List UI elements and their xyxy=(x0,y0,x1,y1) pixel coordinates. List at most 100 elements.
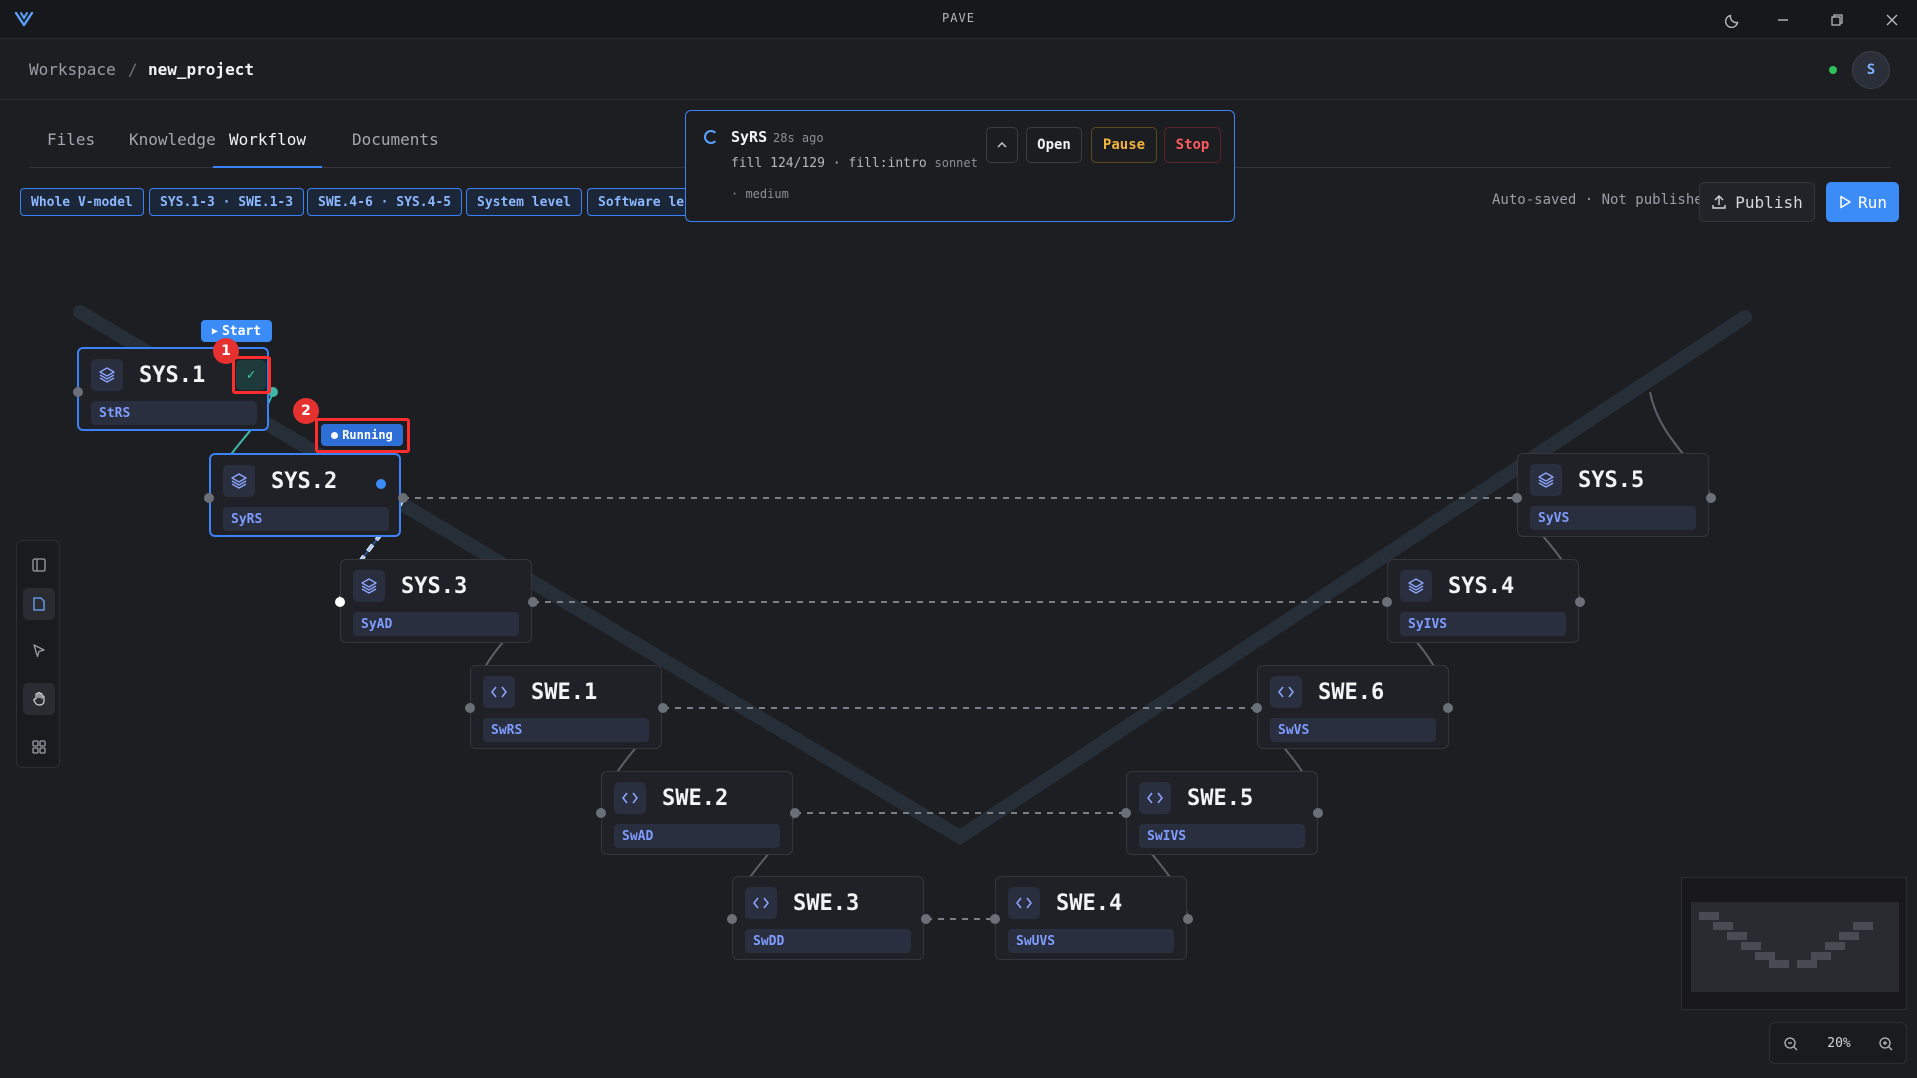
theme-toggle-button[interactable] xyxy=(1722,9,1744,31)
minimap-node xyxy=(1699,912,1719,920)
node-swe2[interactable]: SWE.2 SwAD xyxy=(601,771,793,855)
tab-files[interactable]: Files xyxy=(47,130,95,168)
play-icon xyxy=(1840,195,1851,209)
node-port[interactable] xyxy=(1121,808,1131,818)
node-port[interactable] xyxy=(528,597,538,607)
node-swe1[interactable]: SWE.1 SwRS xyxy=(470,665,662,749)
minimap-node xyxy=(1741,942,1761,950)
document-tool-button[interactable] xyxy=(23,588,55,620)
node-port[interactable] xyxy=(921,914,931,924)
run-button[interactable]: Run xyxy=(1826,182,1899,222)
minimap-node xyxy=(1825,942,1845,950)
minimize-icon xyxy=(1778,19,1788,21)
code-icon xyxy=(745,887,777,919)
pause-task-button[interactable]: Pause xyxy=(1091,127,1157,163)
node-port[interactable] xyxy=(596,808,606,818)
node-title: SWE.6 xyxy=(1318,680,1385,705)
upload-icon xyxy=(1712,195,1726,209)
zoom-out-button[interactable] xyxy=(1780,1033,1802,1055)
node-swe3[interactable]: SWE.3 SwDD xyxy=(732,876,924,960)
node-port[interactable] xyxy=(73,387,83,397)
canvas-toolbar xyxy=(16,540,60,768)
connection-status-dot xyxy=(1829,66,1837,74)
zoom-in-button[interactable] xyxy=(1875,1033,1897,1055)
breadcrumb-workspace[interactable]: Workspace xyxy=(29,60,116,79)
node-port[interactable] xyxy=(1382,597,1392,607)
run-label: Run xyxy=(1858,192,1887,212)
node-port[interactable] xyxy=(398,493,408,503)
filter-sys1-3-swe1-3[interactable]: SYS.1-3 · SWE.1-3 xyxy=(149,188,305,216)
layout-tool-button[interactable] xyxy=(23,731,55,763)
spinner-icon xyxy=(704,130,718,144)
grid-icon xyxy=(32,740,46,754)
play-icon: ▶ xyxy=(211,325,218,337)
open-task-button[interactable]: Open xyxy=(1026,127,1082,163)
node-subtitle: SyRS xyxy=(223,507,389,531)
running-indicator-dot xyxy=(376,479,386,489)
breadcrumb-separator: / xyxy=(128,60,138,79)
node-sys2[interactable]: SYS.2 SyRS xyxy=(209,453,401,537)
filter-software-level[interactable]: Software lev xyxy=(587,188,697,216)
code-icon xyxy=(1008,887,1040,919)
tab-workflow[interactable]: Workflow xyxy=(213,130,323,168)
node-port[interactable] xyxy=(335,597,345,607)
node-port[interactable] xyxy=(1183,914,1193,924)
filter-whole-v-model[interactable]: Whole V-model xyxy=(20,188,144,216)
node-port[interactable] xyxy=(1313,808,1323,818)
node-swe5[interactable]: SWE.5 SwIVS xyxy=(1126,771,1318,855)
page-header: Workspace / new_project S xyxy=(0,40,1917,100)
code-icon xyxy=(614,782,646,814)
filter-system-level[interactable]: System level xyxy=(466,188,582,216)
node-swe6[interactable]: SWE.6 SwVS xyxy=(1257,665,1449,749)
collapse-button[interactable] xyxy=(986,127,1018,163)
restore-button[interactable] xyxy=(1826,9,1848,31)
zoom-in-icon xyxy=(1879,1037,1893,1051)
minimize-button[interactable] xyxy=(1772,9,1794,31)
pan-tool-button[interactable] xyxy=(23,683,55,715)
node-port[interactable] xyxy=(465,703,475,713)
app-title: PAVE xyxy=(942,11,975,25)
node-sys4[interactable]: SYS.4 SyIVS xyxy=(1387,559,1579,643)
annotation-box-2 xyxy=(315,418,410,453)
file-icon xyxy=(33,597,45,611)
node-title: SWE.3 xyxy=(793,891,860,916)
close-window-button[interactable] xyxy=(1881,9,1903,31)
cursor-icon xyxy=(33,644,45,658)
code-icon xyxy=(483,676,515,708)
layers-icon xyxy=(223,465,255,497)
node-port[interactable] xyxy=(1512,493,1522,503)
toggle-panel-button[interactable] xyxy=(23,549,55,581)
node-port[interactable] xyxy=(204,493,214,503)
node-port[interactable] xyxy=(1706,493,1716,503)
layers-icon xyxy=(91,359,123,391)
node-port[interactable] xyxy=(1443,703,1453,713)
minimap-node xyxy=(1727,932,1747,940)
stop-task-button[interactable]: Stop xyxy=(1164,127,1221,163)
user-avatar[interactable]: S xyxy=(1852,51,1890,89)
node-port[interactable] xyxy=(1252,703,1262,713)
breadcrumb-project: new_project xyxy=(148,60,254,79)
zoom-controls: 20% xyxy=(1769,1022,1907,1064)
node-port[interactable] xyxy=(1575,597,1585,607)
chevron-up-icon xyxy=(997,141,1007,148)
tab-knowledge[interactable]: Knowledge xyxy=(129,130,216,168)
minimap[interactable] xyxy=(1681,877,1907,1010)
workflow-canvas[interactable]: SYS.1 StRS SYS.2 SyRS SYS.3 SyAD SWE.1 S… xyxy=(0,232,1917,1078)
node-port[interactable] xyxy=(727,914,737,924)
node-subtitle: SyVS xyxy=(1530,506,1696,530)
node-port[interactable] xyxy=(990,914,1000,924)
node-swe4[interactable]: SWE.4 SwUVS xyxy=(995,876,1187,960)
restore-icon xyxy=(1831,14,1843,26)
node-sys3[interactable]: SYS.3 SyAD xyxy=(340,559,532,643)
publish-button[interactable]: Publish xyxy=(1699,182,1815,222)
node-sys5[interactable]: SYS.5 SyVS xyxy=(1517,453,1709,537)
layers-icon xyxy=(353,570,385,602)
start-label: Start xyxy=(221,323,262,339)
select-tool-button[interactable] xyxy=(23,635,55,667)
task-status-popup: SyRS 28s ago fill 124/129 · fill:intro s… xyxy=(685,110,1235,222)
node-title: SYS.3 xyxy=(401,574,468,599)
tab-documents[interactable]: Documents xyxy=(352,130,439,168)
node-port[interactable] xyxy=(790,808,800,818)
node-port[interactable] xyxy=(658,703,668,713)
filter-swe4-6-sys4-5[interactable]: SWE.4-6 · SYS.4-5 xyxy=(307,188,463,216)
